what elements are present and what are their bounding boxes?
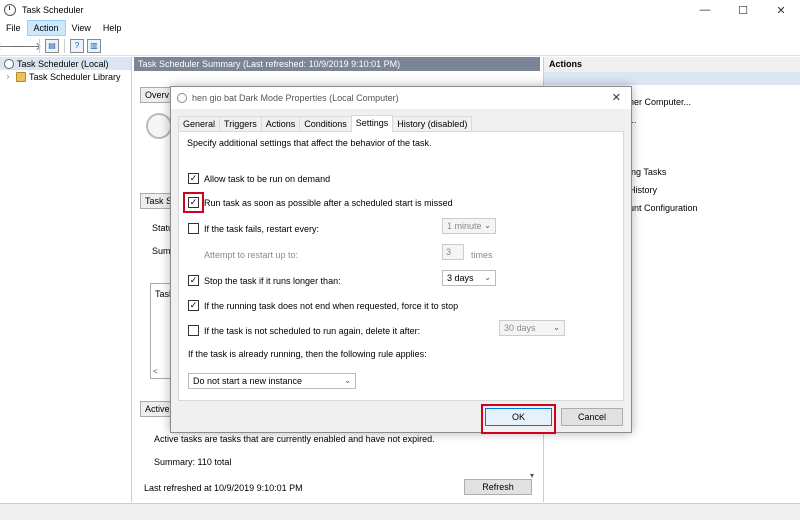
stop-long-task-checkbox[interactable]: ✓ — [188, 275, 199, 286]
pane-icon[interactable]: ▥ — [87, 38, 101, 53]
close-button[interactable]: ✕ — [762, 0, 800, 20]
active-tasks-description: Active tasks are tasks that are currentl… — [154, 434, 435, 444]
restart-on-fail-checkbox[interactable] — [188, 223, 199, 234]
attempt-restart-label: Attempt to restart up to: — [204, 250, 299, 260]
task-properties-dialog: hen gio bat Dark Mode Properties (Local … — [170, 86, 632, 434]
status-bar — [0, 503, 800, 520]
stop-long-task-label: Stop the task if it runs longer than: — [204, 276, 341, 286]
run-asap-label: Run task as soon as possible after a sch… — [204, 198, 453, 208]
tab-general[interactable]: General — [178, 116, 221, 131]
last-refreshed-text: Last refreshed at 10/9/2019 9:10:01 PM — [144, 483, 303, 493]
stop-duration-value: 3 days — [447, 273, 474, 283]
summary-total: Summary: 110 total — [154, 457, 232, 467]
force-stop-label: If the running task does not end when re… — [204, 301, 459, 311]
minimize-button[interactable]: — — [686, 0, 724, 20]
rule-label: If the task is already running, then the… — [188, 349, 427, 359]
window-title: Task Scheduler — [22, 5, 84, 15]
restart-interval-value: 1 minute — [447, 221, 482, 231]
console-tree-icon[interactable]: ▤ — [45, 38, 59, 53]
instance-rule-value: Do not start a new instance — [193, 376, 303, 386]
action-display-running-tasks[interactable]: ing Tasks — [629, 167, 666, 177]
dialog-title: hen gio bat Dark Mode Properties (Local … — [192, 93, 399, 103]
actions-subheader[interactable] — [544, 72, 800, 85]
settings-intro: Specify additional settings that affect … — [187, 138, 432, 148]
delete-duration-dropdown[interactable]: 30 days ⌄ — [499, 320, 565, 336]
menu-view[interactable]: View — [66, 20, 97, 36]
dialog-tabs: General Triggers Actions Conditions Sett… — [178, 115, 473, 132]
delete-after-label: If the task is not scheduled to run agai… — [204, 326, 421, 336]
tab-history[interactable]: History (disabled) — [392, 116, 473, 131]
clock-icon — [4, 4, 16, 16]
run-asap-checkbox[interactable]: ✓ — [183, 192, 204, 213]
clock-icon — [177, 93, 187, 103]
settings-panel: Specify additional settings that affect … — [178, 131, 624, 401]
menu-file[interactable]: File — [0, 20, 27, 36]
allow-run-checkbox[interactable]: ✓ — [188, 173, 199, 184]
window-titlebar: Task Scheduler — ☐ ✕ — [0, 0, 800, 20]
folder-icon — [16, 71, 26, 82]
menu-bar: File Action View Help — [0, 20, 800, 36]
tree-item-library[interactable]: › Task Scheduler Library — [0, 70, 131, 83]
close-icon[interactable]: ✕ — [612, 91, 621, 104]
tab-triggers[interactable]: Triggers — [219, 116, 262, 131]
force-stop-checkbox[interactable]: ✓ — [188, 300, 199, 311]
menu-help[interactable]: Help — [97, 20, 128, 36]
stop-duration-dropdown[interactable]: 3 days ⌄ — [442, 270, 496, 286]
help-icon[interactable]: ? — [70, 38, 84, 53]
toolbar-divider — [39, 38, 40, 53]
toolbar-divider — [64, 38, 65, 53]
restart-interval-dropdown[interactable]: 1 minute ⌄ — [442, 218, 496, 234]
menu-action[interactable]: Action — [26, 20, 66, 36]
delete-duration-value: 30 days — [504, 323, 536, 333]
toolbar: 🡐 🡒 ▤ ? ▥ — [0, 36, 800, 56]
clock-icon — [146, 113, 172, 139]
ok-button[interactable]: OK — [485, 408, 552, 426]
chevron-down-icon: ⌄ — [484, 273, 491, 282]
tab-settings[interactable]: Settings — [350, 115, 394, 132]
tree-item-label: Task Scheduler (Local) — [17, 58, 109, 69]
chevron-down-icon: ⌄ — [344, 376, 351, 385]
refresh-button[interactable]: Refresh — [464, 479, 532, 495]
restart-count-input[interactable]: 3 — [442, 244, 464, 260]
action-at-service-account[interactable]: unt Configuration — [629, 203, 698, 213]
dialog-titlebar: hen gio bat Dark Mode Properties (Local … — [171, 87, 631, 109]
forward-arrow-icon[interactable]: 🡒 — [12, 39, 42, 53]
maximize-button[interactable]: ☐ — [724, 0, 762, 20]
actions-header: Actions — [544, 57, 800, 72]
summary-header: Task Scheduler Summary (Last refreshed: … — [134, 57, 540, 71]
cancel-button[interactable]: Cancel — [561, 408, 623, 426]
action-connect-computer[interactable]: her Computer... — [629, 97, 691, 107]
chevron-right-icon[interactable]: › — [4, 72, 12, 81]
scroll-left-icon[interactable]: < — [150, 367, 172, 379]
tree-item-local[interactable]: Task Scheduler (Local) — [0, 57, 131, 70]
chevron-down-icon: ⌄ — [484, 221, 491, 230]
instance-rule-dropdown[interactable]: Do not start a new instance ⌄ — [188, 373, 356, 389]
tab-conditions[interactable]: Conditions — [299, 116, 352, 131]
tab-actions[interactable]: Actions — [260, 116, 301, 131]
delete-after-checkbox[interactable] — [188, 325, 199, 336]
allow-run-label: Allow task to be run on demand — [204, 174, 331, 184]
times-label: times — [471, 250, 493, 260]
tree-item-label: Task Scheduler Library — [29, 71, 121, 82]
task-list[interactable]: Task — [150, 283, 174, 379]
action-enable-history[interactable]: History — [629, 185, 657, 195]
restart-on-fail-label: If the task fails, restart every: — [204, 224, 320, 234]
clock-icon — [4, 58, 14, 69]
chevron-down-icon: ⌄ — [553, 323, 560, 332]
console-tree: Task Scheduler (Local) › Task Scheduler … — [0, 57, 132, 502]
